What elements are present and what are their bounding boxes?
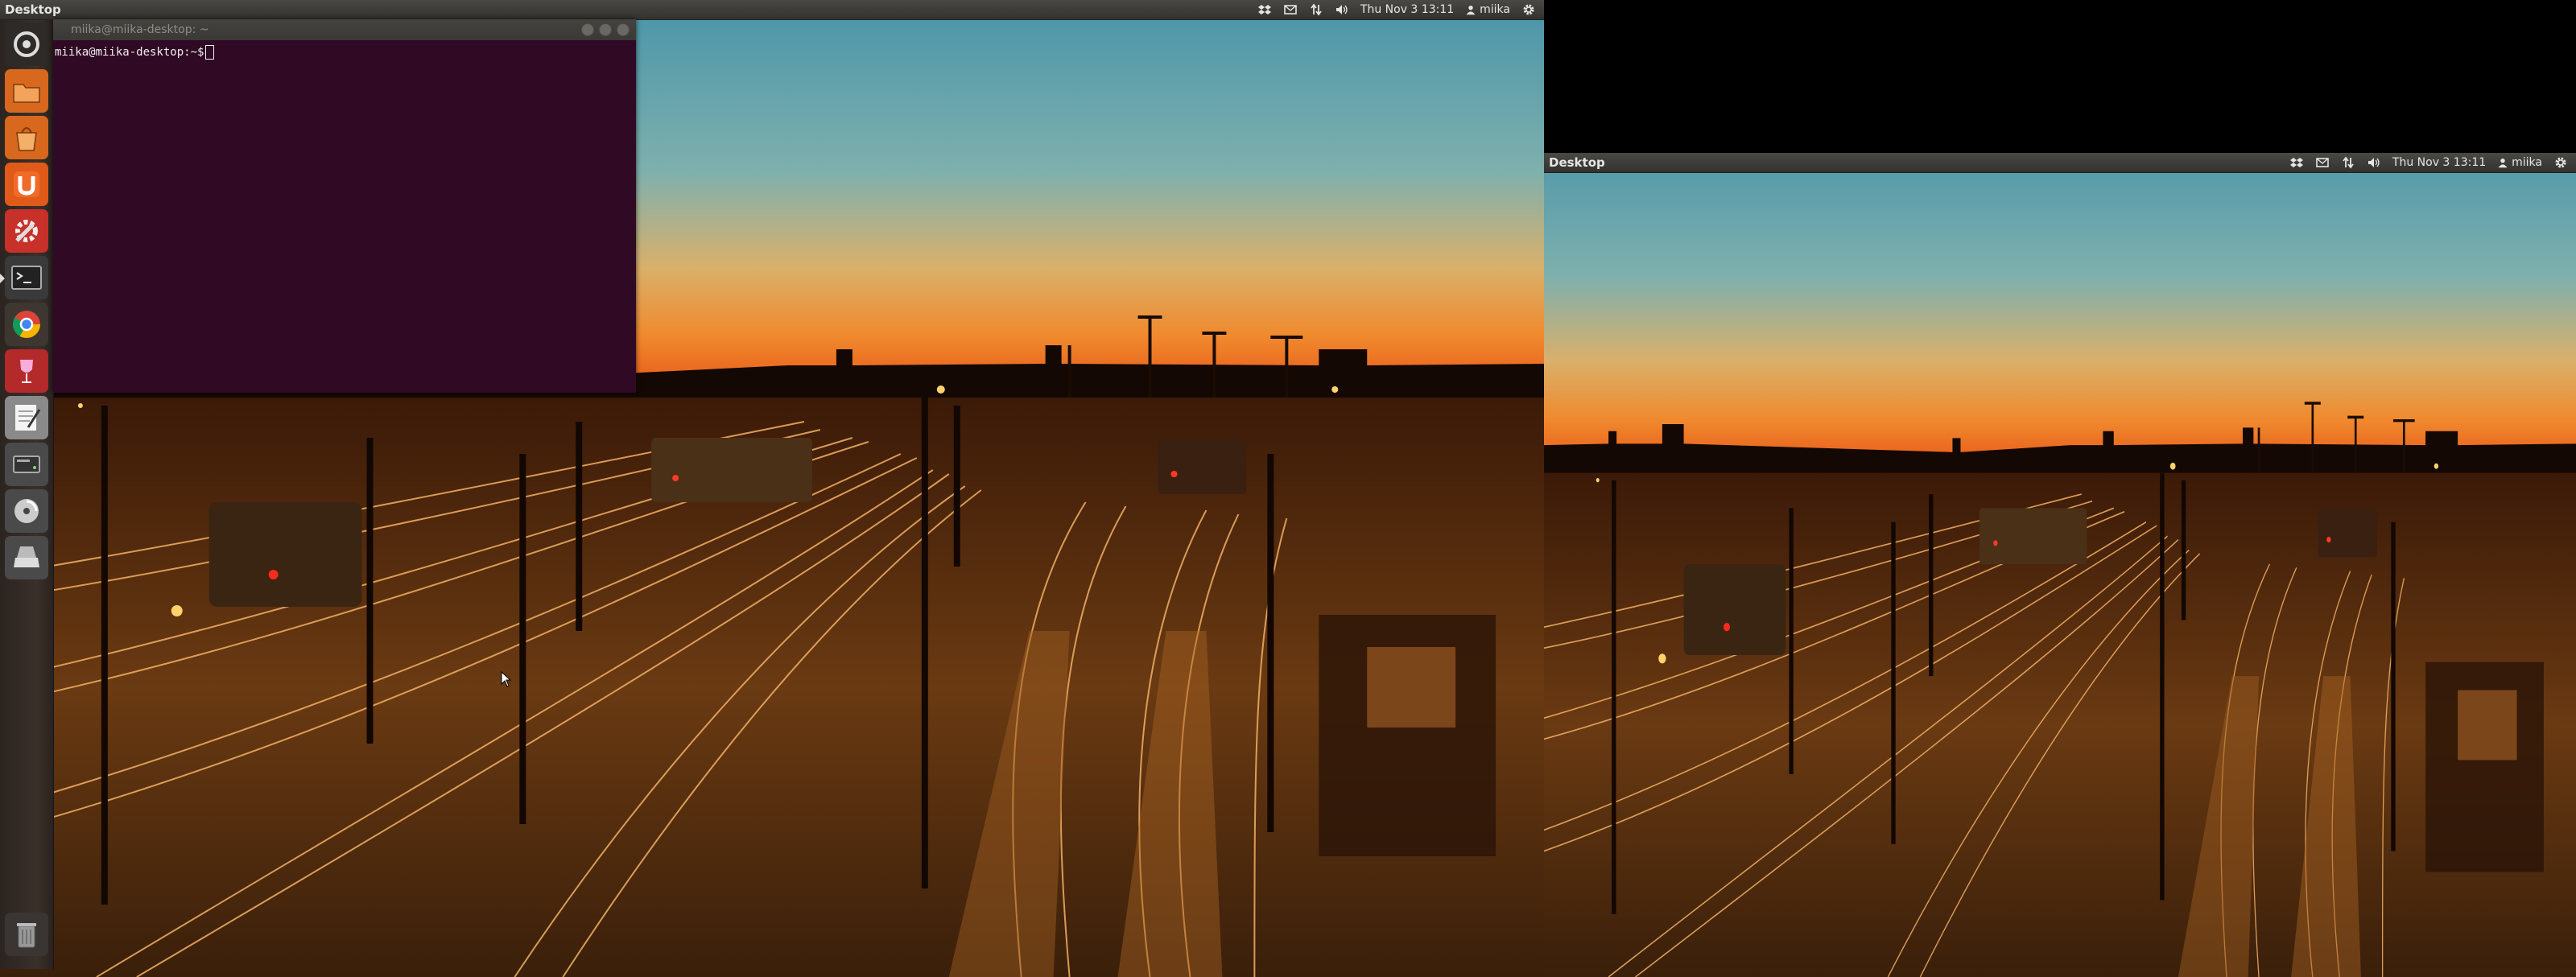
minimize-button[interactable] (581, 23, 594, 36)
terminal-icon[interactable] (0, 256, 48, 299)
right-monitor: Desktop Thu Nov 3 13:11 miika (1544, 153, 2576, 977)
volume-icon[interactable] (2367, 155, 2381, 170)
indicator-area: Thu Nov 3 13:11 miika (2289, 155, 2576, 170)
maximize-button[interactable] (599, 23, 612, 36)
messaging-icon[interactable] (1283, 2, 1298, 17)
user-icon (1466, 5, 1476, 15)
panel-title: Desktop (5, 2, 61, 17)
panel-title: Desktop (1549, 155, 1605, 170)
user-menu[interactable]: miika (2497, 156, 2542, 169)
network-icon[interactable] (1309, 2, 1323, 17)
dash-home-icon[interactable] (5, 23, 48, 66)
software-center-icon[interactable] (5, 116, 48, 159)
user-menu[interactable]: miika (1465, 3, 1510, 16)
dropbox-icon[interactable] (1257, 2, 1272, 17)
user-name: miika (1480, 3, 1510, 16)
wine-icon[interactable] (5, 349, 48, 393)
clock[interactable]: Thu Nov 3 13:11 (2392, 156, 2486, 169)
dropbox-icon[interactable] (2289, 155, 2304, 170)
scanner-icon[interactable] (5, 536, 48, 579)
ubuntu-one-icon[interactable] (5, 163, 48, 206)
clock[interactable]: Thu Nov 3 13:11 (1360, 3, 1454, 16)
trash-icon[interactable] (5, 913, 48, 956)
session-gear-icon[interactable] (1521, 2, 1536, 17)
network-icon[interactable] (2341, 155, 2355, 170)
terminal-cursor (205, 45, 215, 60)
top-panel: Desktop Thu Nov 3 13:11 miika (0, 0, 1544, 20)
files-icon[interactable] (5, 69, 48, 113)
terminal-prompt: miika@miika-desktop:~$ (55, 46, 204, 59)
session-gear-icon[interactable] (2553, 155, 2568, 170)
terminal-window[interactable]: miika@miika-desktop: ~ miika@miika-deskt… (53, 19, 636, 393)
chrome-icon[interactable] (5, 303, 48, 346)
system-settings-icon[interactable] (5, 209, 48, 253)
terminal-title: miika@miika-desktop: ~ (71, 23, 209, 36)
top-panel: Desktop Thu Nov 3 13:11 miika (1544, 153, 2576, 173)
left-monitor: Desktop Thu Nov 3 13:11 miika miika@miik… (0, 0, 1544, 977)
terminal-titlebar[interactable]: miika@miika-desktop: ~ (53, 19, 636, 40)
close-button[interactable] (617, 23, 630, 36)
volume-icon[interactable] (1335, 2, 1349, 17)
wallpaper-railyard-sunset (1544, 172, 2576, 977)
indicator-area: Thu Nov 3 13:11 miika (1257, 2, 1544, 17)
text-editor-icon[interactable] (5, 396, 48, 439)
disks-icon[interactable] (5, 443, 48, 486)
user-name: miika (2512, 156, 2542, 169)
user-icon (2498, 158, 2508, 168)
mouse-pointer-icon (501, 670, 512, 690)
terminal-body[interactable]: miika@miika-desktop:~$ (53, 40, 636, 393)
messaging-icon[interactable] (2315, 155, 2330, 170)
startup-disk-creator-icon[interactable] (5, 489, 48, 533)
launcher (0, 19, 54, 969)
